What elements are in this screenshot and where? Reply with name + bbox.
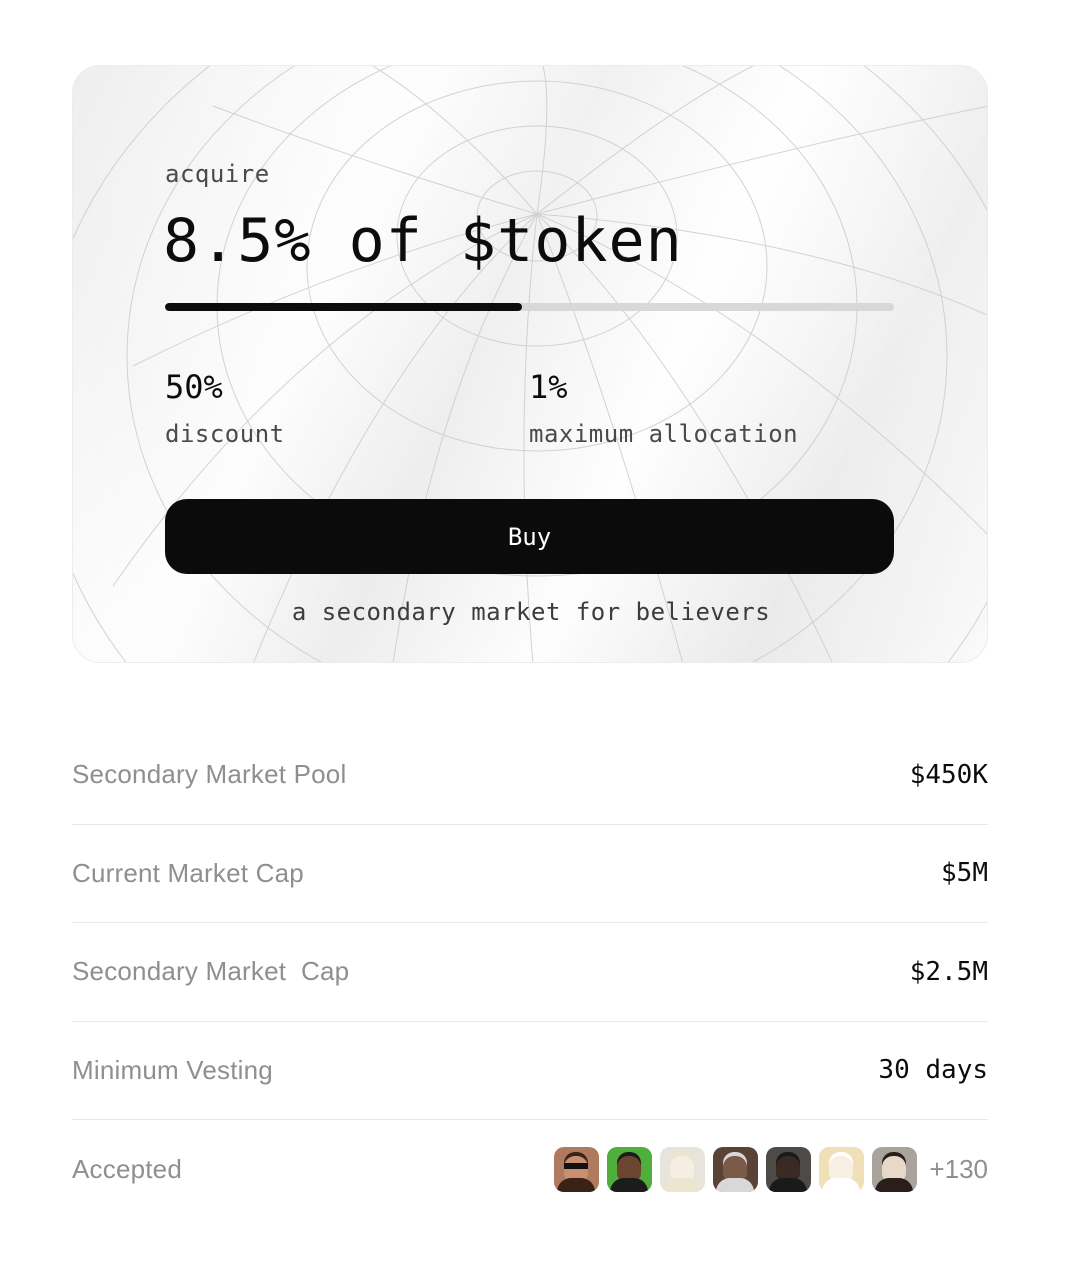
avatar [872,1146,918,1192]
avatar [766,1146,812,1192]
accepted-avatars: +130 [554,1146,988,1192]
info-label: Current Market Cap [72,857,304,888]
info-label: Secondary Market Pool [72,759,347,790]
info-label: Minimum Vesting [72,1054,273,1085]
avatar [660,1146,706,1192]
avatar [554,1146,600,1192]
acquire-card: acquire 8.5% of $token 50% discount 1% m… [72,65,988,663]
progress-fill [165,303,523,311]
info-value: $5M [941,858,988,889]
info-row-vesting: Minimum Vesting 30 days [72,1022,988,1120]
accepted-more-count: +130 [929,1153,988,1184]
avatar [607,1146,653,1192]
info-row-market-cap: Current Market Cap $5M [72,825,988,923]
info-value: 30 days [878,1055,988,1086]
avatar [819,1146,865,1192]
headline: 8.5% of $token [163,206,683,276]
buy-button[interactable]: Buy [165,499,894,574]
info-label: Secondary Market Cap [72,956,350,987]
stat-max-allocation: 1% maximum allocation [529,368,798,448]
eyebrow-label: acquire [165,160,270,188]
avatar [713,1146,759,1192]
progress-bar [165,303,894,311]
stat-discount: 50% discount [165,368,285,448]
info-row-secondary-cap: Secondary Market Cap $2.5M [72,923,988,1022]
info-row-accepted: Accepted +130 [72,1120,988,1219]
stat-label: discount [165,420,285,448]
stat-value: 1% [529,368,568,406]
info-label: Accepted [72,1153,183,1184]
tagline: a secondary market for believers [291,598,771,626]
market-info-list: Secondary Market Pool $450K Current Mark… [72,726,988,1219]
stat-value: 50% [165,368,223,406]
info-row-pool: Secondary Market Pool $450K [72,726,988,825]
stat-label: maximum allocation [529,420,799,448]
info-value: $450K [909,759,988,790]
info-value: $2.5M [909,956,988,987]
